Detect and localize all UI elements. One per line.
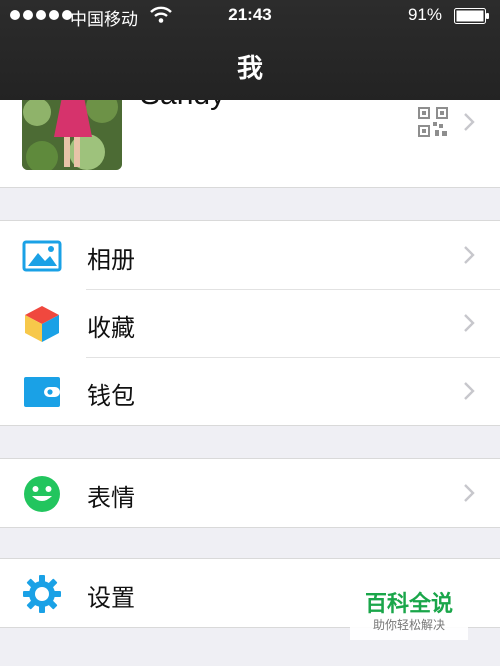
sticker-smile-icon xyxy=(24,476,60,512)
status-bar: 中国移动 21:43 91% xyxy=(0,0,500,32)
wallet-icon xyxy=(24,377,60,407)
avatar-photo xyxy=(22,100,122,170)
chevron-right-icon xyxy=(464,484,475,502)
menu-item-favorites[interactable]: 收藏 xyxy=(0,289,500,357)
battery-icon xyxy=(454,8,489,24)
favorites-cube-icon xyxy=(25,306,59,342)
menu-group-2: 表情 xyxy=(0,458,500,528)
menu-item-stickers[interactable]: 表情 xyxy=(0,459,500,527)
menu-item-album[interactable]: 相册 xyxy=(0,221,500,289)
qr-code-icon[interactable] xyxy=(418,107,448,137)
chevron-right-icon xyxy=(464,246,475,264)
profile-name: Sandy xyxy=(140,100,225,112)
settings-gear-icon xyxy=(23,575,61,613)
page-title: 我 xyxy=(236,54,263,84)
menu-item-label: 收藏 xyxy=(87,314,135,342)
battery-percentage: 91% xyxy=(407,5,442,24)
watermark: 百科全说 助你轻松解决 xyxy=(350,580,468,640)
menu-item-label: 设置 xyxy=(87,584,135,612)
top-bar: 中国移动 21:43 91% 我 xyxy=(0,0,500,100)
chevron-right-icon xyxy=(464,113,475,131)
chevron-right-icon xyxy=(464,314,475,332)
watermark-subtitle: 助你轻松解决 xyxy=(372,618,445,632)
photo-album-icon xyxy=(22,240,62,272)
avatar[interactable] xyxy=(22,100,122,170)
menu-item-label: 钱包 xyxy=(87,382,135,410)
watermark-title: 百科全说 xyxy=(364,592,453,617)
chevron-right-icon xyxy=(464,382,475,400)
menu-group-1: 相册 收藏 钱包 xyxy=(0,220,500,426)
profile-card[interactable]: Sandy xyxy=(0,100,500,188)
menu-item-wallet[interactable]: 钱包 xyxy=(0,357,500,425)
menu-item-label: 相册 xyxy=(87,246,135,274)
menu-item-label: 表情 xyxy=(87,484,135,512)
